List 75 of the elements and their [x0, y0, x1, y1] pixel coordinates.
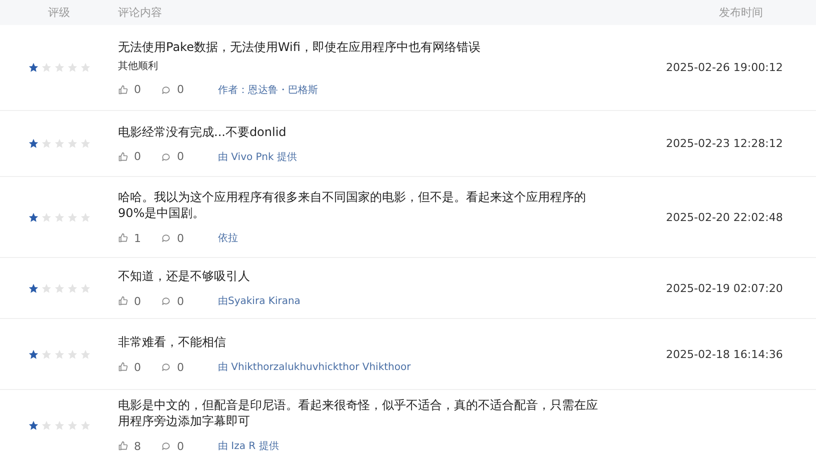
star-icon [28, 62, 38, 73]
star-icon [54, 212, 64, 222]
thumbs-up-icon[interactable] [118, 441, 128, 451]
star-icon [40, 138, 52, 149]
thumbs-up-icon[interactable] [118, 296, 128, 306]
column-header: 评级 [48, 5, 70, 20]
comment-count: 0 [177, 294, 184, 308]
like-count: 0 [134, 360, 141, 374]
star-icon [66, 348, 78, 360]
author-name[interactable]: 由Syakira Kirana [218, 294, 300, 308]
comment-icon[interactable] [161, 296, 171, 306]
star-icon [80, 420, 90, 430]
author-name[interactable]: 作者：恩达鲁・巴格斯 [218, 82, 318, 96]
star-icon [54, 62, 64, 73]
comment-count: 0 [177, 440, 184, 452]
star-icon [28, 348, 38, 360]
like-count: 0 [134, 294, 141, 308]
like-count: 1 [134, 232, 141, 244]
author-name[interactable]: 由 Vivo Pnk 提供 [218, 150, 297, 164]
column-header: 发布时间 [719, 5, 763, 20]
like-count: 8 [134, 440, 141, 452]
star-icon [40, 282, 52, 294]
author-name[interactable]: 由 Vhikthorzalukhuvhickthor Vhikthoor [218, 360, 411, 374]
review-text: 电影经常没有完成...不要donlid [118, 124, 288, 140]
star-icon [40, 62, 52, 73]
like-count: 0 [134, 150, 141, 163]
review-text: 哈哈。我以为这个应用程序有很多来自不同国家的电影，但不是。看起来这个应用程序的90%是中国剧。 [118, 189, 587, 221]
star-icon [66, 138, 78, 149]
comment-icon[interactable] [161, 233, 171, 243]
review-text: 无法使用Pake数据，无法使用Wifi，即使在应用程序中也有网络错误 [118, 38, 482, 54]
publish-time: 2025-02-23 12:28:12 [666, 137, 784, 150]
star-icon [66, 282, 78, 294]
comment-count: 0 [177, 232, 184, 244]
publish-time: 2025-02-20 22:02:48 [666, 210, 784, 224]
star-icon [54, 138, 64, 149]
author-name[interactable]: 由 Iza R 提供 [218, 439, 279, 453]
comment-icon[interactable] [161, 441, 171, 451]
comment-count: 0 [177, 83, 184, 96]
author-name[interactable]: 依拉 [218, 231, 238, 245]
star-icon [66, 420, 78, 430]
thumbs-up-icon[interactable] [118, 152, 128, 162]
star-icon [54, 282, 64, 294]
star-icon [80, 138, 90, 149]
comment-count: 0 [177, 150, 184, 163]
star-icon [54, 348, 64, 360]
star-icon [80, 212, 90, 222]
comment-icon[interactable] [161, 84, 171, 94]
star-icon [66, 62, 78, 73]
like-count: 0 [134, 83, 141, 96]
star-icon [40, 212, 52, 222]
star-icon [28, 138, 38, 149]
comment-icon[interactable] [161, 152, 171, 162]
review-text: 不知道，还是不够吸引人 [118, 268, 251, 284]
star-icon [80, 282, 90, 294]
star-icon [66, 212, 78, 222]
review-text: 电影是中文的，但配音是印尼语。看起来很奇怪，似乎不适合，真的不适合配音，只需在应用程序旁边添加字幕即可 [118, 397, 598, 429]
star-icon [28, 282, 38, 294]
star-icon [40, 420, 52, 430]
star-icon [28, 420, 38, 430]
comment-count: 0 [177, 360, 184, 374]
publish-time: 2025-02-26 19:00:12 [666, 61, 784, 74]
review-subtext: 其他顺利 [118, 60, 159, 72]
publish-time: 2025-02-18 16:14:36 [666, 348, 784, 360]
star-icon [40, 348, 52, 360]
star-icon [80, 62, 90, 73]
publish-time: 2025-02-19 02:07:20 [666, 282, 784, 294]
thumbs-up-icon[interactable] [118, 362, 128, 372]
thumbs-up-icon[interactable] [118, 84, 128, 94]
thumbs-up-icon[interactable] [118, 233, 128, 243]
review-text: 非常难看，不能相信 [118, 334, 227, 350]
star-icon [28, 212, 38, 222]
column-header: 评论内容 [118, 5, 162, 20]
star-icon [54, 420, 64, 430]
star-icon [80, 348, 90, 360]
comment-icon[interactable] [161, 362, 171, 372]
